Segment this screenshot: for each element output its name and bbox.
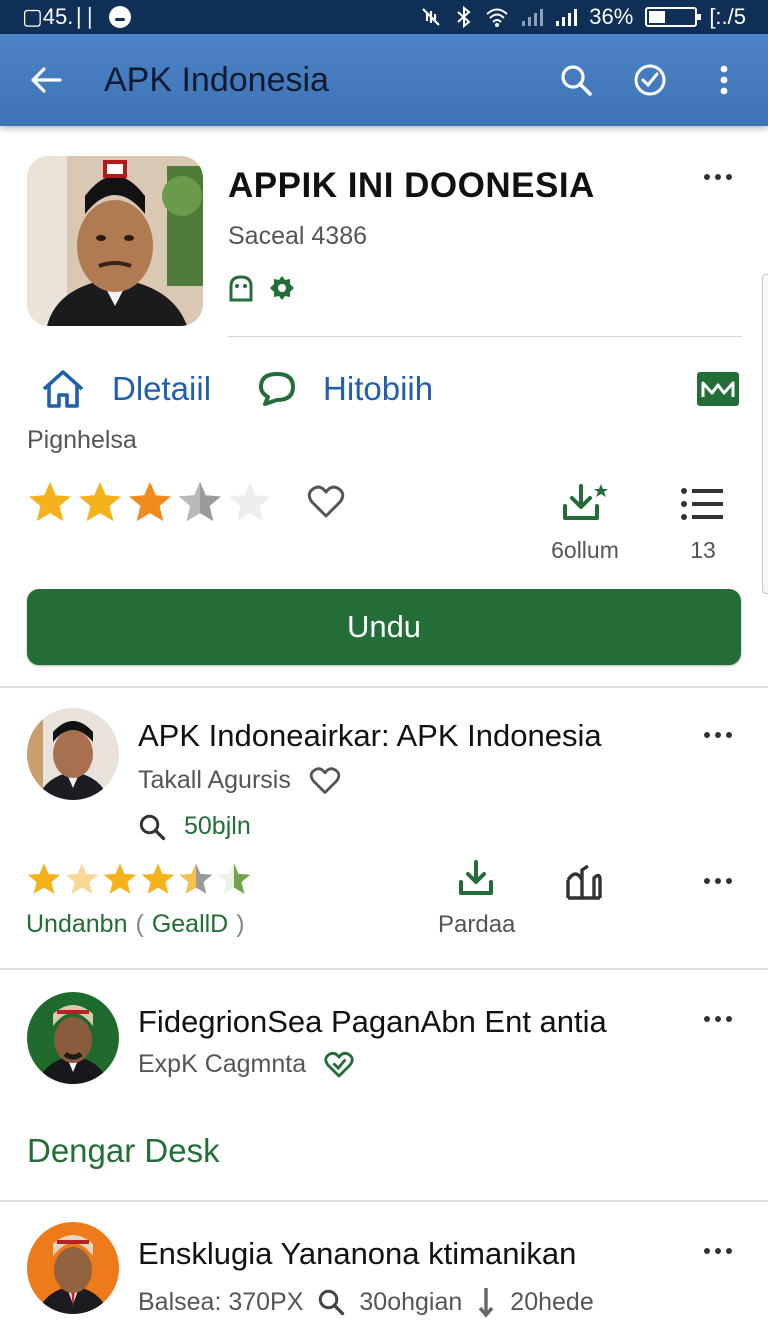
- item-size: Balsea: 370PX: [138, 1287, 304, 1316]
- header-divider: [228, 336, 742, 337]
- item-title: APK Indoneairkar: APK Indonesia: [138, 718, 602, 753]
- favorite-icon[interactable]: [307, 485, 345, 519]
- item-category: Undanbn: [26, 910, 128, 938]
- back-button[interactable]: [24, 58, 68, 102]
- hero-more-button[interactable]: [704, 174, 732, 180]
- verified-button[interactable]: [630, 60, 670, 100]
- item-title: FidegrionSea PaganAbn Ent antia: [138, 1004, 607, 1039]
- more-vert-icon: [720, 65, 728, 95]
- list-item[interactable]: Ensklugia Yananona ktimanikan Balsea: 37…: [0, 1202, 768, 1344]
- app-header-card: APPIK INI DOONESIA Saceal 4386 Dletaiil …: [0, 140, 768, 688]
- status-bar: ▢45.∣∣ 36% [:./5: [0, 0, 768, 34]
- scrollbar[interactable]: [762, 274, 768, 594]
- app-title: APPIK INI DOONESIA: [228, 166, 595, 205]
- status-left-text: ▢45.∣∣: [22, 4, 96, 29]
- list-count: 13: [690, 537, 716, 563]
- item-stat-b: 30ohgian: [359, 1287, 463, 1316]
- app-bar: APK Indonesia: [0, 34, 768, 126]
- home-icon: [42, 370, 84, 408]
- overflow-menu-button[interactable]: [704, 60, 744, 100]
- avatar: [27, 1222, 119, 1314]
- search-button[interactable]: [556, 60, 596, 100]
- bluetooth-icon: [457, 5, 471, 29]
- mute-icon: [422, 8, 441, 26]
- app-rating: [27, 480, 345, 524]
- item-more-button[interactable]: [704, 732, 732, 738]
- star-icon: [103, 863, 137, 894]
- more-horiz-icon: [704, 174, 732, 180]
- downloads-stat: 6ollum: [540, 480, 630, 564]
- list-icon: [681, 488, 723, 520]
- star-icon: [28, 481, 72, 522]
- battery-icon: [645, 7, 702, 27]
- item-more-button-2[interactable]: [704, 878, 732, 884]
- item-download-button[interactable]: Pardaa: [438, 858, 516, 939]
- more-horiz-icon: [704, 878, 732, 884]
- downloads-count: 6ollum: [551, 537, 619, 563]
- item-rating: [26, 862, 252, 896]
- download-icon: [459, 860, 493, 895]
- search-icon: [561, 65, 592, 96]
- item-share-button[interactable]: [564, 864, 604, 905]
- download-icon: [563, 484, 608, 520]
- signal-weak-icon: [522, 9, 544, 26]
- star-icon: [141, 863, 175, 894]
- item-more-button[interactable]: [704, 1016, 732, 1022]
- item-tag: GeallD: [151, 910, 229, 938]
- favorite-icon[interactable]: [309, 766, 341, 795]
- tab-reviews[interactable]: Hitobiih: [257, 370, 433, 408]
- signal-icon: [556, 9, 578, 26]
- favorite-check-icon[interactable]: [324, 1051, 354, 1079]
- more-horiz-icon: [704, 1016, 732, 1022]
- app-bar-title: APK Indonesia: [104, 60, 329, 99]
- item-title: Ensklugia Yananona ktimanikan: [138, 1236, 577, 1271]
- star-icon: [78, 481, 122, 522]
- app-category: Pignhelsa: [27, 426, 137, 454]
- battery-percent: 36%: [589, 4, 634, 29]
- notification-icon: [109, 6, 132, 28]
- list-stat[interactable]: 13: [670, 486, 736, 564]
- share-mail-button[interactable]: [696, 371, 740, 407]
- tab-details-label: Dletaiil: [112, 370, 212, 407]
- item-paren-open: (: [135, 910, 144, 938]
- star-half-icon: [217, 863, 251, 894]
- app-developer: Saceal 4386: [228, 222, 368, 250]
- item-paren-close: ): [236, 910, 245, 938]
- install-button[interactable]: Undu: [27, 589, 741, 665]
- star-half-icon: [178, 481, 222, 522]
- back-arrow-icon: [31, 67, 62, 93]
- star-empty-icon: [228, 481, 272, 522]
- star-icon: [128, 481, 172, 522]
- item-download-label: Pardaa: [438, 911, 516, 938]
- settings-badge-icon: [270, 276, 294, 300]
- download-arrow-icon: [479, 1288, 494, 1318]
- list-item[interactable]: APK Indoneairkar: APK Indonesia Takall A…: [0, 688, 768, 968]
- search-icon: [139, 814, 166, 840]
- item-stat-c: 20hede: [510, 1287, 594, 1316]
- star-icon: [65, 863, 99, 894]
- item-meta-value: 50bjln: [184, 812, 251, 840]
- check-circle-icon: [634, 64, 666, 96]
- star-icon: [27, 863, 61, 894]
- share-icon: [566, 864, 602, 900]
- android-badge-icon: [229, 275, 253, 302]
- list-item[interactable]: FidegrionSea PaganAbn Ent antia ExpK Cag…: [0, 970, 768, 1200]
- star-half-icon: [179, 863, 213, 894]
- clock: [:./5: [709, 4, 746, 29]
- more-horiz-icon: [704, 732, 732, 738]
- avatar: [27, 992, 119, 1084]
- section-heading: Dengar Desk: [27, 1132, 220, 1169]
- item-more-button[interactable]: [704, 1248, 732, 1254]
- item-developer: Takall Agursis: [138, 766, 291, 794]
- mail-icon: [697, 372, 739, 406]
- more-horiz-icon: [704, 1248, 732, 1254]
- avatar: [27, 708, 119, 800]
- app-image: [27, 156, 203, 326]
- tab-details[interactable]: Dletaiil: [40, 369, 211, 409]
- search-icon: [319, 1289, 345, 1316]
- item-developer: ExpK Cagmnta: [138, 1050, 307, 1078]
- wifi-icon: [486, 8, 508, 27]
- chat-icon: [259, 372, 296, 406]
- tab-reviews-label: Hitobiih: [323, 370, 434, 407]
